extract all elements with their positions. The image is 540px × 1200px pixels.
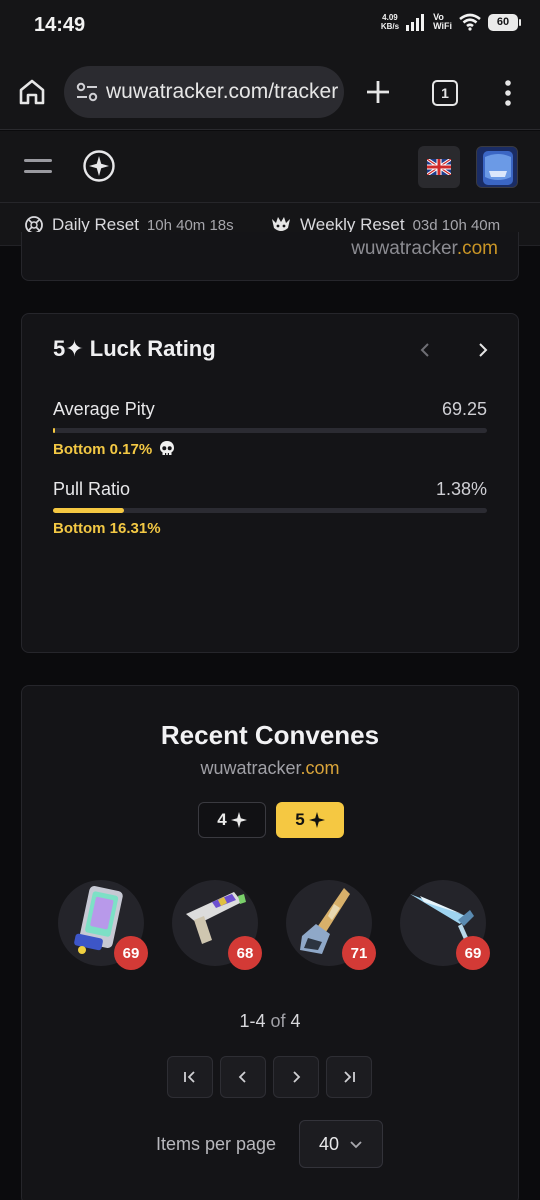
site-settings-icon[interactable] [76, 82, 98, 102]
average-pity-value: 69.25 [441, 399, 487, 419]
wuwatracker-logo[interactable] [82, 149, 116, 183]
items-per-page-label: Items per page [156, 1134, 277, 1154]
status-icons: 4.09 KB/s Vo WiFi 60 [380, 12, 521, 31]
pity-badge: 71 [342, 936, 376, 970]
items-per-page-select[interactable]: 40 [299, 1120, 383, 1168]
browser-toolbar: wuwatracker.com/tracker 1 [0, 52, 540, 130]
average-pity-rank: Bottom 0.17% [53, 440, 176, 458]
pull-ratio-label: Pull Ratio [53, 479, 131, 499]
uk-flag-icon [427, 159, 451, 175]
previous-page-button[interactable] [220, 1056, 266, 1098]
pity-badge: 69 [114, 936, 148, 970]
pity-badge: 69 [456, 936, 490, 970]
average-pity-bar [53, 428, 487, 433]
average-pity-bar-fill [53, 428, 55, 433]
signal-icon [406, 14, 425, 31]
wifi-icon [459, 13, 481, 31]
filter-4-star-button[interactable]: 4 [198, 802, 266, 838]
status-time: 14:49 [34, 14, 86, 36]
previous-card: wuwatracker.com [21, 232, 519, 281]
last-page-button[interactable] [326, 1056, 372, 1098]
pity-badge: 68 [228, 936, 262, 970]
chevrons-last-icon [344, 1071, 355, 1083]
vowifi-label: Vo WiFi [433, 12, 452, 31]
pull-ratio-rank: Bottom 16.31% [53, 520, 161, 537]
address-bar[interactable]: wuwatracker.com/tracker [64, 66, 344, 118]
network-speed: 4.09 KB/s [380, 13, 400, 31]
pull-ratio-bar-fill [53, 508, 124, 513]
status-bar: 14:49 4.09 KB/s Vo WiFi 60 [0, 0, 540, 52]
chevron-left-icon[interactable] [418, 342, 434, 358]
filter-5-star-button[interactable]: 5 [276, 802, 344, 838]
new-tab-icon[interactable] [364, 78, 392, 106]
pull-ratio-value: 1.38% [435, 479, 487, 499]
convene-item[interactable]: 71 [286, 880, 376, 970]
recent-convenes-title: Recent Convenes [160, 720, 380, 750]
chevron-right-icon [293, 1071, 301, 1083]
average-pity-label: Average Pity [53, 399, 155, 419]
skull-icon [160, 441, 175, 455]
user-avatar[interactable] [476, 146, 518, 188]
convene-item[interactable]: 69 [58, 880, 148, 970]
url-text: wuwatracker.com/tracker [106, 80, 339, 103]
luck-rating-card: 5✦ Luck Rating Average Pity 69.25 Bottom… [21, 313, 519, 653]
avatar-image [477, 147, 517, 187]
home-icon[interactable] [16, 76, 48, 108]
chevron-left-icon [238, 1071, 246, 1083]
tab-switcher-button[interactable]: 1 [432, 80, 458, 106]
luck-rating-title: 5✦ Luck Rating [53, 336, 216, 361]
pagination-info: 1-4 of 4 [239, 1011, 301, 1031]
star-icon [230, 812, 247, 828]
convene-item[interactable]: 68 [172, 880, 262, 970]
star-icon [308, 812, 325, 828]
weekly-reset-time: 03d 10h 40m [412, 216, 501, 234]
language-selector[interactable] [418, 146, 460, 188]
first-page-button[interactable] [167, 1056, 213, 1098]
recent-convenes-card: Recent Convenes wuwatracker.com 4 5 69 6… [21, 685, 519, 1200]
convene-item[interactable]: 69 [400, 880, 490, 970]
daily-reset-time: 10h 40m 18s [146, 216, 234, 234]
hamburger-menu-icon[interactable] [24, 159, 52, 175]
pull-ratio-bar [53, 508, 487, 513]
battery-icon: 60 [488, 13, 521, 31]
chevrons-first-icon [184, 1071, 195, 1083]
next-page-button[interactable] [273, 1056, 319, 1098]
brand-watermark: wuwatracker.com [351, 238, 498, 259]
chevron-down-icon [350, 1141, 362, 1149]
more-menu-icon[interactable] [498, 79, 518, 107]
brand-watermark: wuwatracker.com [200, 758, 340, 778]
chevron-right-icon[interactable] [474, 342, 490, 358]
site-header [0, 131, 540, 203]
